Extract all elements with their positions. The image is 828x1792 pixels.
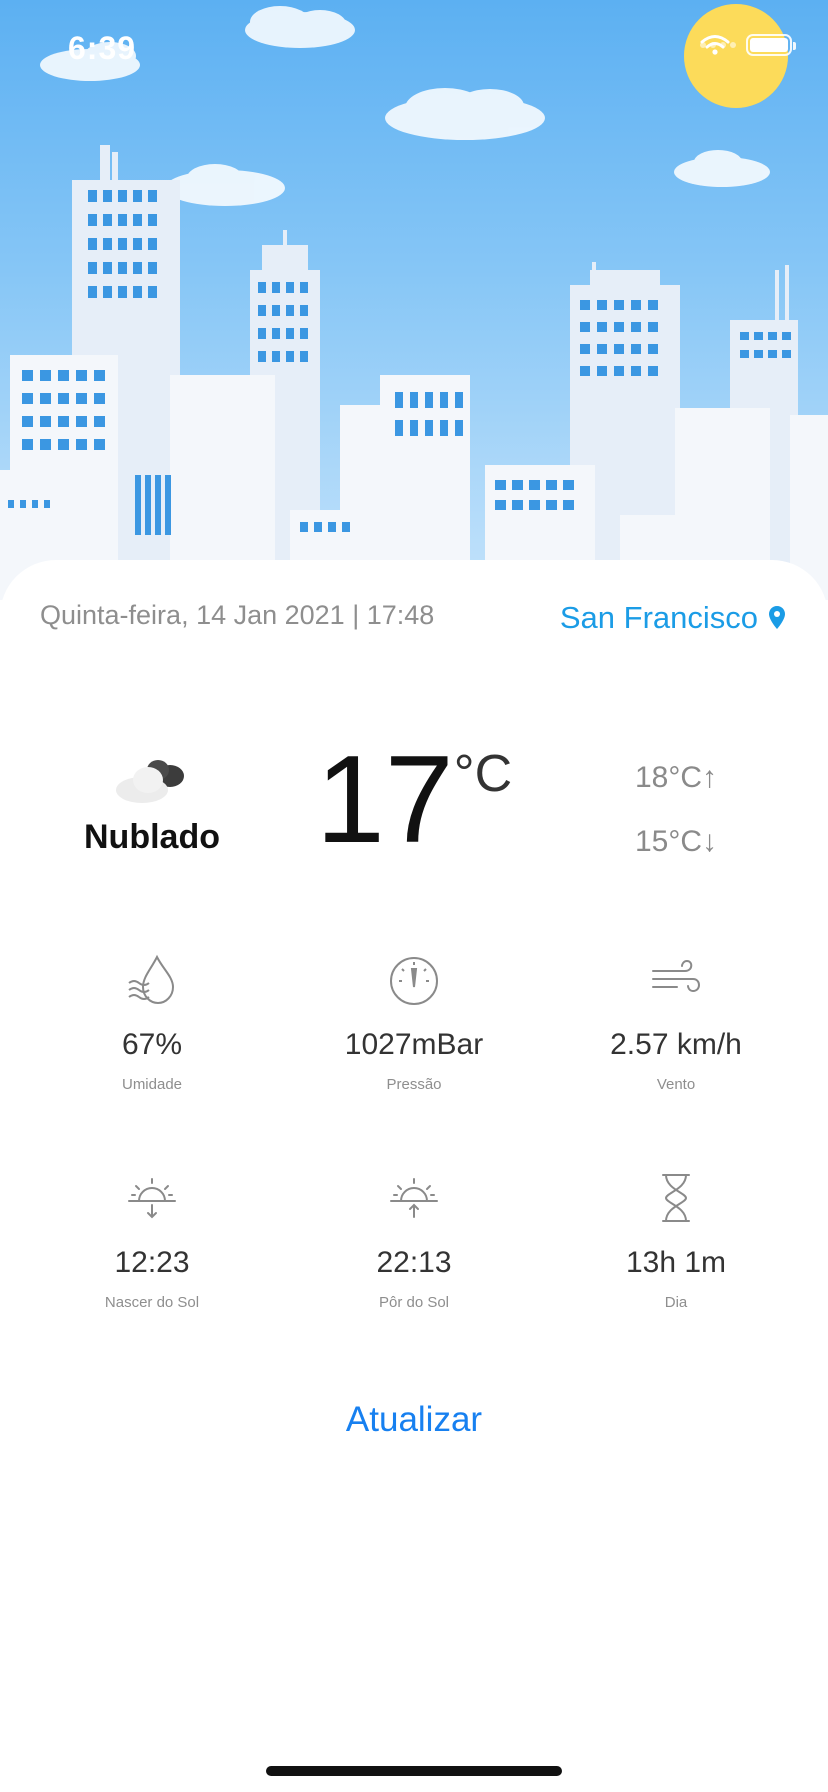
- condition-block: Nublado: [14, 750, 290, 857]
- hourglass-icon: [662, 1174, 690, 1222]
- humidity-icon: [128, 954, 175, 1005]
- battery-icon: [746, 34, 796, 56]
- stat-value: 13h 1m: [625, 1246, 727, 1279]
- stat-value: 67%: [121, 1028, 183, 1061]
- weather-card: Quinta-feira, 14 Jan 2021 | 17:48 San Fr…: [0, 560, 828, 1792]
- stat-pressure: 1027mBar Pressão: [276, 950, 552, 1093]
- stat-label: Pôr do Sol: [378, 1294, 450, 1311]
- location-selector[interactable]: San Francisco: [560, 600, 786, 636]
- refresh-button[interactable]: Atualizar: [0, 1400, 828, 1440]
- location-pin-icon: [769, 606, 785, 629]
- stat-label: Dia: [664, 1294, 688, 1311]
- stat-day-length: 13h 1m Dia: [538, 1168, 814, 1311]
- min-max-block: 18°C↑ 15°C↓: [538, 746, 814, 874]
- cloudy-icon: [116, 760, 184, 803]
- stat-value: 1027mBar: [344, 1028, 484, 1061]
- stat-value: 12:23: [114, 1246, 190, 1279]
- stat-value: 2.57 km/h: [610, 1028, 742, 1061]
- stat-value: 22:13: [376, 1246, 452, 1279]
- min-temperature: 15°C↓: [634, 825, 718, 858]
- date-time-label: Quinta-feira, 14 Jan 2021 | 17:48: [40, 600, 435, 630]
- stat-sunrise: 12:23 Nascer do Sol: [14, 1168, 290, 1311]
- current-temperature: 17: [315, 731, 454, 869]
- pressure-gauge-icon: [390, 957, 438, 1005]
- home-indicator[interactable]: [266, 1766, 562, 1776]
- max-temperature: 18°C↑: [634, 761, 718, 794]
- sunset-icon: [390, 1178, 438, 1218]
- city-name: San Francisco: [559, 600, 758, 635]
- temperature-block: 17°C: [276, 738, 552, 862]
- city-skyline-header: 6:39: [0, 0, 828, 600]
- status-bar-icons: [700, 34, 796, 56]
- wifi-icon: [700, 35, 730, 55]
- stat-label: Umidade: [121, 1076, 183, 1093]
- stat-wind: 2.57 km/h Vento: [538, 950, 814, 1093]
- stat-label: Vento: [656, 1076, 696, 1093]
- status-bar-time: 6:39: [68, 30, 137, 66]
- sunrise-icon: [128, 1178, 176, 1219]
- stat-humidity: 67% Umidade: [14, 950, 290, 1093]
- condition-label: Nublado: [84, 818, 220, 856]
- wind-icon: [652, 959, 700, 993]
- stat-label: Nascer do Sol: [104, 1294, 200, 1311]
- city-skyline-illustration: [0, 4, 828, 600]
- stat-label: Pressão: [386, 1076, 442, 1093]
- stat-sunset: 22:13 Pôr do Sol: [276, 1168, 552, 1311]
- temperature-unit: °C: [453, 745, 513, 803]
